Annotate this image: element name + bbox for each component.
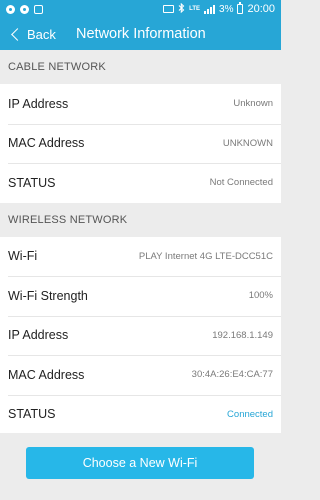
row-value: 192.168.1.149	[212, 329, 273, 341]
notification-icon	[6, 4, 15, 14]
cable-network-list: IP Address Unknown MAC Address UNKNOWN S…	[0, 84, 281, 203]
row-value: UNKNOWN	[222, 137, 273, 149]
wifi-mac-row: MAC Address 30:4A:26:E4:CA:77	[0, 355, 281, 395]
system-icons: LTE 3% 20:00	[163, 2, 275, 16]
wireless-network-heading: WIRELESS NETWORK	[0, 202, 281, 237]
row-label: Wi-Fi Strength	[8, 288, 88, 303]
cable-status-row: STATUS Not Connected	[0, 163, 281, 203]
wifi-ip-row: IP Address 192.168.1.149	[0, 315, 281, 356]
row-label: MAC Address	[8, 367, 85, 382]
status-bar: LTE 3% 20:00	[0, 0, 281, 18]
row-label: STATUS	[8, 407, 56, 422]
clock: 20:00	[247, 3, 275, 15]
row-label: IP Address	[8, 96, 69, 111]
wifi-strength-row: Wi-Fi Strength 100%	[0, 276, 281, 316]
status-value: Connected	[227, 408, 273, 420]
cable-network-heading: CABLE NETWORK	[0, 50, 281, 84]
chevron-left-icon	[11, 27, 24, 41]
action-area: Choose a New Wi-Fi	[0, 433, 281, 500]
app-bar: Back Network Information	[0, 18, 281, 50]
bluetooth-icon	[178, 2, 185, 16]
row-value: PLAY Internet 4G LTE-DCC51C	[138, 250, 273, 262]
row-value: Unknown	[233, 98, 273, 110]
signal-icon	[204, 4, 216, 14]
row-label: STATUS	[8, 175, 56, 190]
choose-new-wifi-button[interactable]: Choose a New Wi-Fi	[26, 447, 254, 479]
row-value: Not Connected	[209, 177, 273, 189]
wifi-name-row: Wi-Fi PLAY Internet 4G LTE-DCC51C	[0, 237, 281, 277]
cable-ip-row: IP Address Unknown	[0, 84, 281, 124]
notification-icon	[34, 4, 43, 14]
battery-icon	[237, 2, 244, 14]
row-label: IP Address	[8, 328, 69, 343]
notification-icon	[20, 4, 29, 14]
wifi-status-row: STATUS Connected	[0, 394, 281, 435]
back-label: Back	[27, 26, 56, 42]
cable-mac-row: MAC Address UNKNOWN	[0, 123, 281, 164]
cast-icon	[163, 5, 175, 13]
row-label: MAC Address	[8, 136, 85, 151]
page-title: Network Information	[76, 26, 206, 42]
battery-percent: 3%	[219, 3, 234, 15]
row-value: 30:4A:26:E4:CA:77	[191, 369, 273, 381]
wireless-network-list: Wi-Fi PLAY Internet 4G LTE-DCC51C Wi-Fi …	[0, 236, 281, 435]
notification-icons	[6, 4, 43, 14]
row-label: Wi-Fi	[8, 249, 38, 264]
lte-label: LTE	[189, 6, 201, 12]
back-button[interactable]: Back	[0, 18, 56, 50]
row-value: 100%	[248, 290, 273, 302]
